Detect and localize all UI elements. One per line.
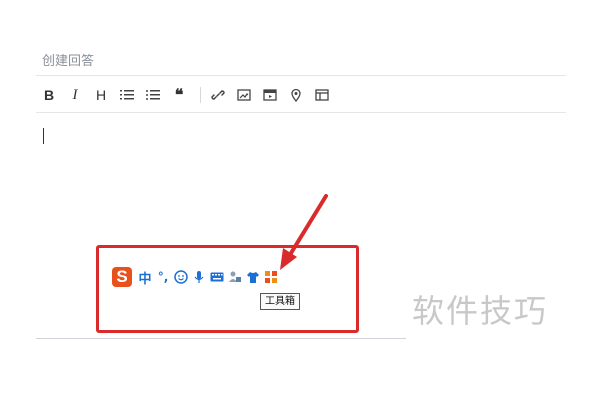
- image-icon: [237, 89, 251, 101]
- image-button[interactable]: [235, 85, 253, 105]
- highlight-box: [96, 245, 359, 333]
- emoji-button[interactable]: [174, 267, 188, 287]
- soft-keyboard-button[interactable]: [210, 267, 224, 287]
- toolbox-icon: [265, 271, 277, 283]
- bold-button[interactable]: B: [40, 85, 58, 105]
- video-icon: [263, 89, 277, 101]
- toolbox-button[interactable]: [264, 267, 278, 287]
- table-button[interactable]: [313, 85, 331, 105]
- punctuation-toggle[interactable]: °,: [156, 267, 170, 287]
- video-button[interactable]: [261, 85, 279, 105]
- link-button[interactable]: [209, 85, 227, 105]
- mic-icon: [194, 271, 204, 283]
- heading-button[interactable]: H: [92, 85, 110, 105]
- chinese-mode-toggle[interactable]: 中: [138, 267, 152, 287]
- location-pin-icon: [291, 88, 301, 102]
- account-button[interactable]: [228, 267, 242, 287]
- ordered-list-button[interactable]: [118, 85, 136, 105]
- watermark: 软件技巧: [412, 292, 549, 330]
- editor-toolbar: B I H ❝: [40, 84, 339, 106]
- skin-button[interactable]: [246, 267, 260, 287]
- divider-bottom: [36, 338, 406, 339]
- divider-toolbar: [36, 112, 566, 113]
- voice-button[interactable]: [192, 267, 206, 287]
- ordered-list-icon: [120, 90, 134, 100]
- toolbar-separator: [200, 87, 201, 103]
- sogou-logo-icon[interactable]: S: [112, 267, 132, 287]
- text-caret: [43, 128, 44, 144]
- quote-button[interactable]: ❝: [170, 85, 188, 105]
- bullet-list-button[interactable]: [144, 85, 162, 105]
- editor-title: 创建回答: [42, 54, 95, 69]
- divider-top: [36, 75, 566, 76]
- keyboard-icon: [210, 272, 224, 282]
- toolbox-tooltip: 工具箱: [260, 293, 300, 310]
- italic-button[interactable]: I: [66, 85, 84, 105]
- ime-toolbar: S 中 °,: [112, 266, 282, 288]
- location-button[interactable]: [287, 85, 305, 105]
- table-icon: [315, 89, 329, 101]
- user-icon: [229, 271, 241, 282]
- emoji-icon: [174, 270, 188, 284]
- bullet-list-icon: [146, 90, 160, 100]
- skin-icon: [247, 272, 259, 283]
- link-icon: [211, 90, 225, 100]
